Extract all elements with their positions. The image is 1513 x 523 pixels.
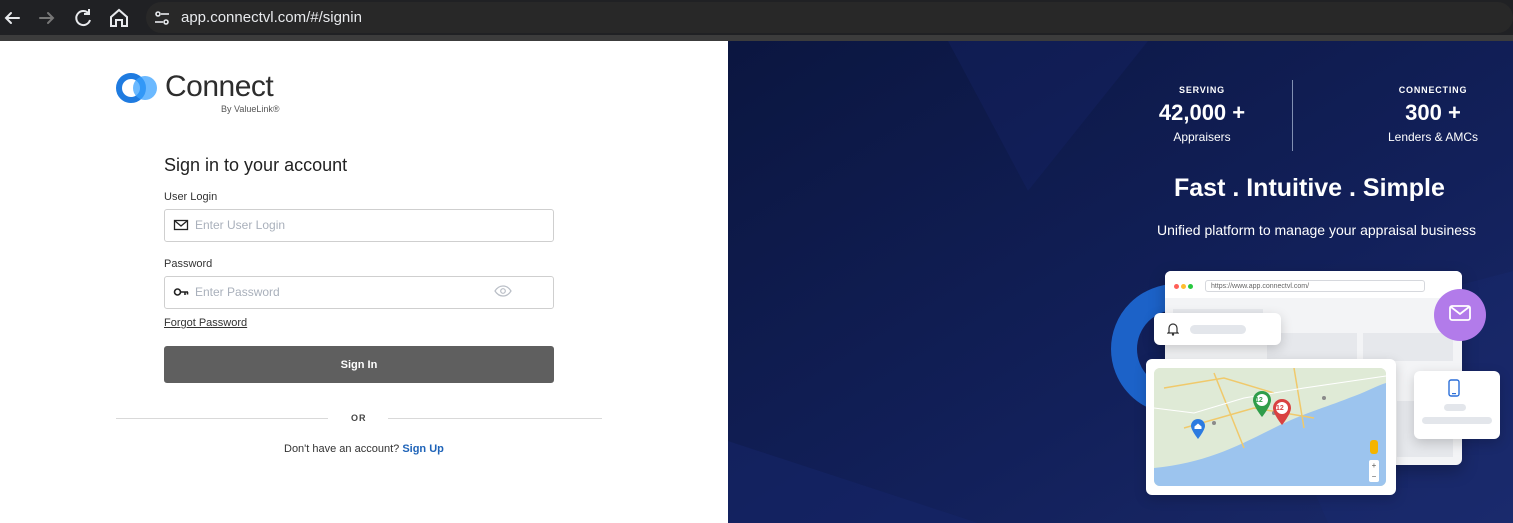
map-marker-label: 12 (1276, 405, 1284, 412)
or-separator-text: OR (351, 413, 367, 423)
mobile-card (1414, 371, 1500, 439)
zoom-controls-icon: + − (1369, 460, 1379, 482)
stat-value: 42,000 + (1158, 100, 1246, 125)
password-label: Password (164, 258, 213, 270)
user-login-label: User Login (164, 191, 218, 203)
stat-divider (1292, 80, 1293, 151)
map-graphic (1154, 368, 1386, 486)
signup-prompt: Don't have an account? Sign Up (284, 443, 444, 456)
mobile-phone-icon (1448, 379, 1460, 402)
brand-byline: By ValueLink® (221, 104, 280, 114)
home-pin-icon (1190, 418, 1206, 445)
stat-value: 300 + (1405, 100, 1461, 125)
no-account-text: Don't have an account? (284, 443, 400, 455)
placeholder-line (1422, 417, 1492, 424)
map-marker-label: 12 (1255, 397, 1263, 404)
user-login-input[interactable] (195, 216, 475, 234)
window-dot (1181, 284, 1186, 289)
placeholder-block (1363, 333, 1453, 361)
signin-title: Sign in to your account (164, 155, 348, 175)
show-password-eye-icon[interactable] (494, 284, 512, 298)
stat-connecting: CONNECTING 300 + Lenders & AMCs (1378, 84, 1488, 145)
street-view-icon (1370, 440, 1378, 454)
promo-panel: SERVING 42,000 + Appraisers CONNECTING 3… (728, 41, 1513, 523)
sign-in-button[interactable]: Sign In (164, 346, 554, 383)
stat-kicker: SERVING (1179, 85, 1225, 95)
placeholder-line (1444, 404, 1466, 411)
password-input[interactable] (195, 283, 455, 301)
stat-serving: SERVING 42,000 + Appraisers (1152, 84, 1252, 145)
sign-up-link[interactable]: Sign Up (402, 443, 444, 455)
divider-right (388, 418, 602, 419)
promo-headline: Fast . Intuitive . Simple (1174, 174, 1445, 202)
reload-icon[interactable] (71, 6, 95, 30)
stat-kicker: CONNECTING (1398, 85, 1468, 95)
divider-left (116, 418, 328, 419)
connect-logo-mark (116, 72, 160, 104)
notification-card (1154, 313, 1281, 345)
window-dot (1188, 284, 1193, 289)
promo-subheadline: Unified platform to manage your appraisa… (1157, 222, 1477, 238)
stat-caption: Lenders & AMCs (1387, 130, 1479, 144)
site-settings-icon[interactable] (152, 8, 172, 28)
map-pin-icon (1272, 398, 1292, 431)
mail-icon (1449, 304, 1471, 326)
key-icon (173, 284, 189, 300)
illustration-address-bar: https://www.app.connectvl.com/ (1205, 280, 1425, 292)
back-arrow-icon[interactable] (0, 6, 24, 30)
map-pin-icon (1252, 390, 1272, 423)
window-dot (1174, 284, 1179, 289)
placeholder-line (1190, 325, 1246, 334)
mail-bubble (1434, 289, 1486, 341)
url-text[interactable]: app.connectvl.com/#/signin (181, 8, 362, 28)
home-icon[interactable] (107, 6, 131, 30)
brand-name: Connect (165, 70, 274, 103)
map-preview: 12 12 + − (1154, 368, 1386, 486)
forward-arrow-icon[interactable] (35, 6, 59, 30)
mail-icon (173, 217, 189, 233)
forgot-password-link[interactable]: Forgot Password (164, 317, 247, 330)
stat-caption: Appraisers (1173, 130, 1231, 144)
bell-icon (1166, 322, 1180, 341)
